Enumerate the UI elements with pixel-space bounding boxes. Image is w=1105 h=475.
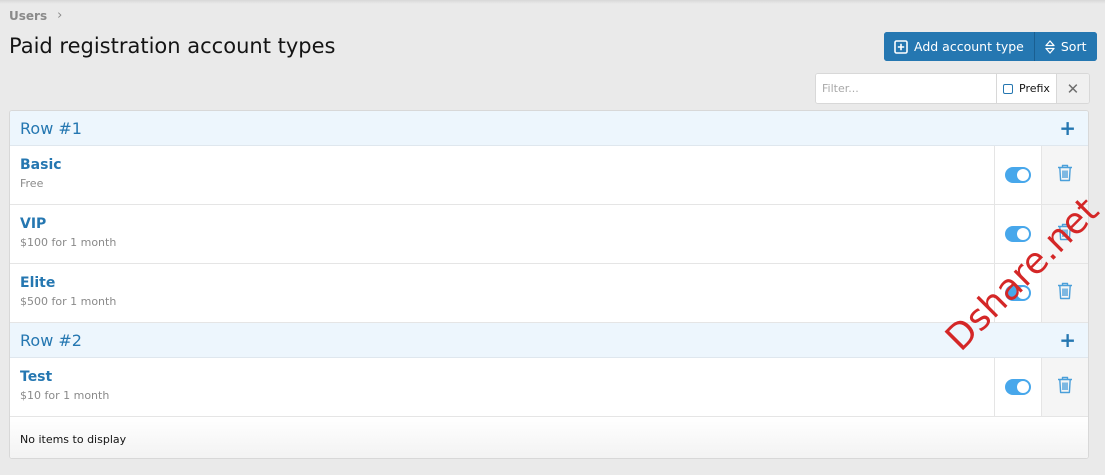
trash-icon bbox=[1057, 376, 1073, 398]
account-type-name[interactable]: VIP bbox=[20, 216, 984, 232]
chevron-right-icon: › bbox=[57, 8, 63, 23]
toggle-knob bbox=[1017, 287, 1029, 299]
account-type-name[interactable]: Elite bbox=[20, 275, 984, 291]
account-type-entry: VIP $100 for 1 month bbox=[10, 205, 994, 263]
filter-input[interactable] bbox=[816, 74, 996, 103]
toggle-knob bbox=[1017, 228, 1029, 240]
prefix-checkbox[interactable]: Prefix bbox=[996, 74, 1056, 103]
toggle-cell bbox=[994, 264, 1041, 322]
close-icon: ✕ bbox=[1066, 79, 1080, 98]
account-types-list: Row #1 + Basic Free VIP $100 for 1 month bbox=[9, 110, 1089, 459]
trash-icon bbox=[1057, 164, 1073, 186]
filter-bar: Prefix ✕ bbox=[815, 73, 1090, 104]
top-shadow bbox=[0, 0, 1105, 4]
account-type-name[interactable]: Basic bbox=[20, 157, 984, 173]
account-type-cost: $500 for 1 month bbox=[20, 295, 117, 308]
account-type-entry: Elite $500 for 1 month bbox=[10, 264, 994, 322]
toggle-cell bbox=[994, 358, 1041, 416]
account-type-entry: Test $10 for 1 month bbox=[10, 358, 994, 416]
list-item: Elite $500 for 1 month bbox=[10, 264, 1088, 323]
list-item: Test $10 for 1 month bbox=[10, 358, 1088, 417]
delete-button[interactable] bbox=[1041, 146, 1088, 204]
breadcrumb-item-users[interactable]: Users bbox=[9, 9, 47, 23]
add-account-type-button[interactable]: Add account type bbox=[884, 32, 1034, 61]
section-header-row-2: Row #2 + bbox=[10, 323, 1088, 358]
checkbox-icon[interactable] bbox=[1003, 83, 1013, 94]
enabled-toggle[interactable] bbox=[1005, 285, 1031, 301]
section-title: Row #2 bbox=[20, 330, 82, 350]
list-item: VIP $100 for 1 month bbox=[10, 205, 1088, 264]
breadcrumb: Users › bbox=[9, 8, 62, 23]
add-to-row-button[interactable]: + bbox=[1059, 118, 1076, 138]
clear-filter-button[interactable]: ✕ bbox=[1055, 74, 1089, 103]
list-footer: No items to display bbox=[10, 417, 1088, 458]
account-type-cost: Free bbox=[20, 177, 44, 190]
toolbar-button-group: Add account type Sort bbox=[884, 32, 1097, 61]
add-to-row-button[interactable]: + bbox=[1059, 330, 1076, 350]
toggle-knob bbox=[1017, 381, 1029, 393]
toggle-cell bbox=[994, 205, 1041, 263]
section-title: Row #1 bbox=[20, 118, 82, 138]
list-item: Basic Free bbox=[10, 146, 1088, 205]
trash-icon bbox=[1057, 223, 1073, 245]
account-type-name[interactable]: Test bbox=[20, 369, 984, 385]
sort-button[interactable]: Sort bbox=[1033, 32, 1097, 61]
section-header-row-1: Row #1 + bbox=[10, 111, 1088, 146]
toggle-knob bbox=[1017, 169, 1029, 181]
sort-icon bbox=[1045, 39, 1055, 54]
trash-icon bbox=[1057, 282, 1073, 304]
delete-button[interactable] bbox=[1041, 264, 1088, 322]
delete-button[interactable] bbox=[1041, 358, 1088, 416]
enabled-toggle[interactable] bbox=[1005, 379, 1031, 395]
sort-label: Sort bbox=[1060, 39, 1087, 54]
plus-square-icon bbox=[894, 39, 908, 54]
add-account-type-label: Add account type bbox=[914, 39, 1024, 54]
account-type-entry: Basic Free bbox=[10, 146, 994, 204]
prefix-label: Prefix bbox=[1019, 82, 1050, 95]
enabled-toggle[interactable] bbox=[1005, 167, 1031, 183]
account-type-cost: $10 for 1 month bbox=[20, 389, 110, 402]
account-type-cost: $100 for 1 month bbox=[20, 236, 117, 249]
page-title: Paid registration account types bbox=[9, 34, 336, 58]
enabled-toggle[interactable] bbox=[1005, 226, 1031, 242]
toggle-cell bbox=[994, 146, 1041, 204]
delete-button[interactable] bbox=[1041, 205, 1088, 263]
